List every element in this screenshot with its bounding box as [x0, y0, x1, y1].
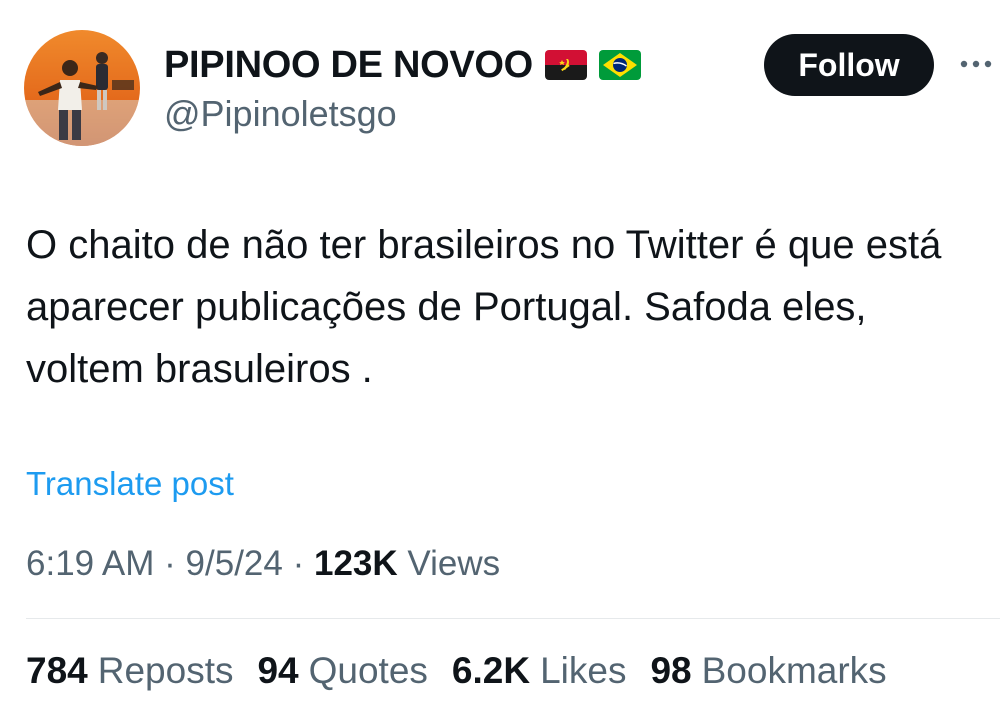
tweet-text: O chaito de não ter brasileiros no Twitt…	[26, 223, 953, 391]
brazil-flag-icon	[598, 50, 641, 80]
likes-label: Likes	[540, 650, 627, 691]
engagement-stats: 784 Reposts 94 Quotes 6.2K Likes 98 Bookmark…	[26, 648, 887, 694]
reposts-label: Reposts	[97, 650, 234, 691]
meta-separator: ·	[164, 544, 176, 583]
likes-count: 6.2K	[451, 650, 531, 691]
reposts-stat[interactable]: 784 Reposts	[26, 648, 233, 694]
author-name-row: PIPINOO DE NOVOO	[164, 42, 641, 88]
author-avatar[interactable]	[24, 30, 140, 146]
bookmarks-stat[interactable]: 98 Bookmarks	[650, 648, 886, 694]
quotes-stat[interactable]: 94 Quotes	[257, 648, 427, 694]
views-label: Views	[407, 544, 501, 583]
tweet-time[interactable]: 6:19 AM	[26, 544, 154, 583]
author-display-name[interactable]: PIPINOO DE NOVOO	[164, 42, 533, 88]
avatar-image	[24, 30, 140, 146]
divider	[26, 618, 1000, 619]
reposts-count: 784	[26, 650, 88, 691]
quotes-label: Quotes	[308, 650, 428, 691]
tweet-meta: 6:19 AM · 9/5/24 · 123K Views	[26, 542, 500, 586]
bookmarks-count: 98	[650, 650, 692, 691]
translate-post-link[interactable]: Translate post	[26, 462, 234, 506]
tweet-date[interactable]: 9/5/24	[186, 544, 283, 583]
meta-separator: ·	[292, 544, 305, 583]
quotes-count: 94	[257, 650, 299, 691]
tweet-card: PIPINOO DE NOVOO @Pipinoletsgo Follow O …	[0, 0, 1000, 708]
angola-flag-icon	[544, 50, 587, 80]
more-icon	[960, 60, 992, 68]
bookmarks-label: Bookmarks	[701, 650, 887, 691]
views-count: 123K	[313, 544, 398, 583]
more-options-button[interactable]	[958, 52, 1000, 76]
likes-stat[interactable]: 6.2K Likes	[452, 648, 627, 694]
author-handle[interactable]: @Pipinoletsgo	[164, 92, 397, 136]
follow-button[interactable]: Follow	[764, 34, 934, 96]
